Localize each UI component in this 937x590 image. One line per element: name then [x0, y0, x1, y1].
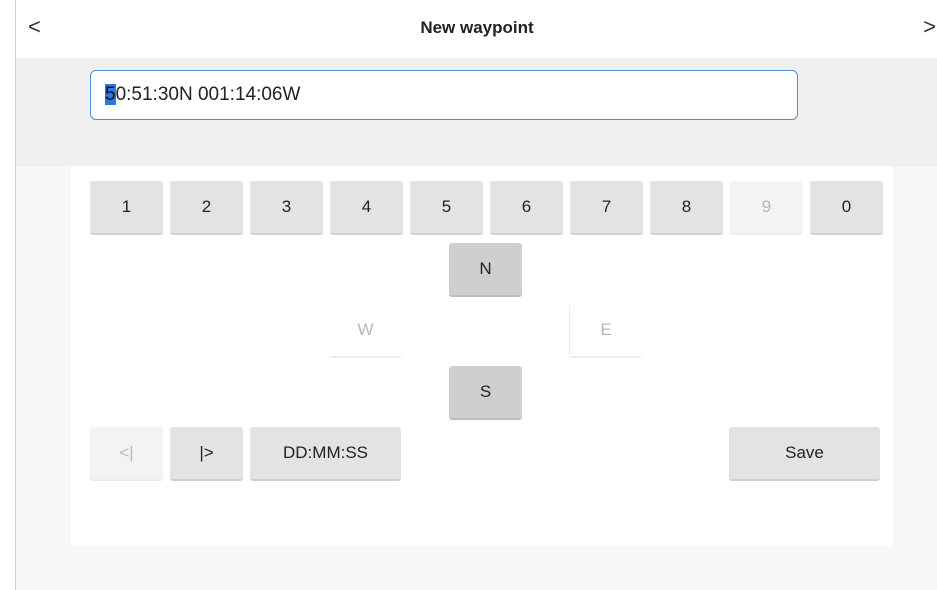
forward-chevron-icon[interactable]: >	[923, 16, 936, 38]
format-button[interactable]: DD:MM:SS	[250, 427, 401, 481]
save-button[interactable]: Save	[729, 427, 880, 481]
dialog-frame: < New waypoint > 50:51:30N 001:14:06W 1 …	[15, 0, 937, 590]
key-7[interactable]: 7	[570, 181, 643, 235]
key-3[interactable]: 3	[250, 181, 323, 235]
key-south[interactable]: S	[449, 366, 522, 420]
key-2[interactable]: 2	[170, 181, 243, 235]
page-title: New waypoint	[420, 18, 534, 37]
key-east: E	[569, 304, 642, 358]
cursor-left-button: <|	[90, 427, 163, 481]
key-4[interactable]: 4	[330, 181, 403, 235]
title-bar: < New waypoint >	[16, 0, 937, 58]
key-1[interactable]: 1	[90, 181, 163, 235]
input-area: 50:51:30N 001:14:06W	[16, 58, 937, 166]
key-6[interactable]: 6	[490, 181, 563, 235]
key-0[interactable]: 0	[810, 181, 883, 235]
cursor-selection: 5	[105, 84, 116, 105]
coordinate-value: 0:51:30N 001:14:06W	[115, 84, 301, 105]
key-9: 9	[730, 181, 803, 235]
key-west: W	[329, 304, 402, 358]
coordinate-input[interactable]: 50:51:30N 001:14:06W	[90, 70, 798, 120]
cursor-right-button[interactable]: |>	[170, 427, 243, 481]
key-5[interactable]: 5	[410, 181, 483, 235]
key-8[interactable]: 8	[650, 181, 723, 235]
key-north[interactable]: N	[449, 243, 522, 297]
